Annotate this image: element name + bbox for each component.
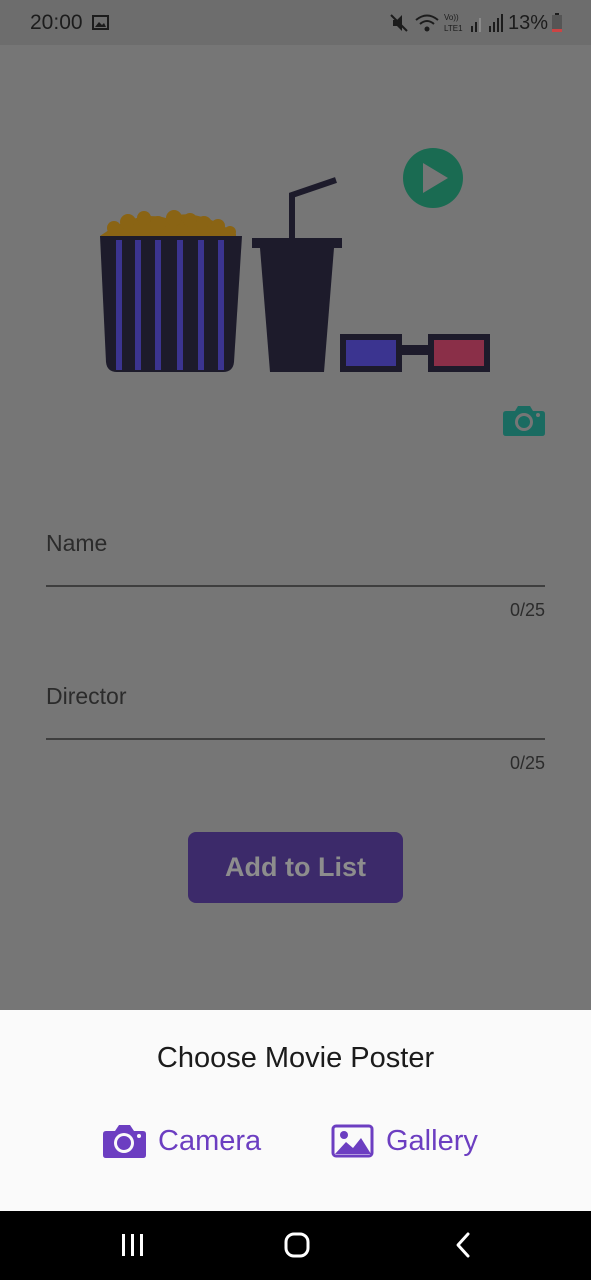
back-icon[interactable]: [453, 1230, 473, 1260]
name-counter: 0/25: [509, 600, 545, 620]
movie-illustration: [100, 148, 490, 372]
director-label: Director: [46, 683, 127, 709]
wifi-icon: [415, 14, 439, 32]
name-label: Name: [46, 530, 108, 556]
gallery-option-button[interactable]: Gallery: [331, 1121, 478, 1161]
image-icon: [331, 1124, 374, 1158]
gallery-icon: [92, 15, 109, 30]
3d-glasses-icon: [340, 334, 490, 372]
recents-icon[interactable]: [120, 1230, 146, 1260]
drink-cup-icon: [252, 177, 342, 372]
navigation-bar: [0, 1211, 591, 1280]
camera-option-button[interactable]: Camera: [103, 1121, 261, 1161]
svg-text:Vo)): Vo)): [444, 13, 459, 22]
home-icon[interactable]: [283, 1230, 311, 1260]
status-icons: Vo)) LTE1 13%: [388, 10, 563, 36]
sheet-title: Choose Movie Poster: [156, 1042, 435, 1074]
play-icon: [403, 148, 463, 208]
svg-text:LTE1: LTE1: [444, 24, 463, 33]
director-field[interactable]: Director 0/25: [46, 683, 545, 778]
gallery-option-label: Gallery: [386, 1124, 478, 1157]
director-underline: [46, 738, 545, 740]
status-bar: 20:00 Vo)) LTE1 13%: [0, 0, 591, 45]
popcorn-icon: [100, 210, 242, 372]
director-counter: 0/25: [509, 753, 545, 773]
battery-icon: [552, 13, 562, 32]
signal-icon: [470, 14, 503, 32]
mute-icon: [390, 14, 408, 32]
volte-icon: Vo)) LTE1: [444, 13, 463, 33]
add-to-list-button[interactable]: Add to List: [188, 832, 403, 903]
camera-icon[interactable]: [503, 404, 545, 436]
choose-poster-sheet: Choose Movie Poster: [0, 1010, 591, 1211]
status-time: 20:00: [30, 11, 83, 34]
battery-percent: 13%: [507, 11, 548, 34]
camera-icon: [103, 1125, 146, 1158]
camera-option-label: Camera: [158, 1124, 262, 1157]
name-field[interactable]: Name 0/25: [46, 530, 545, 625]
name-underline: [46, 585, 545, 587]
